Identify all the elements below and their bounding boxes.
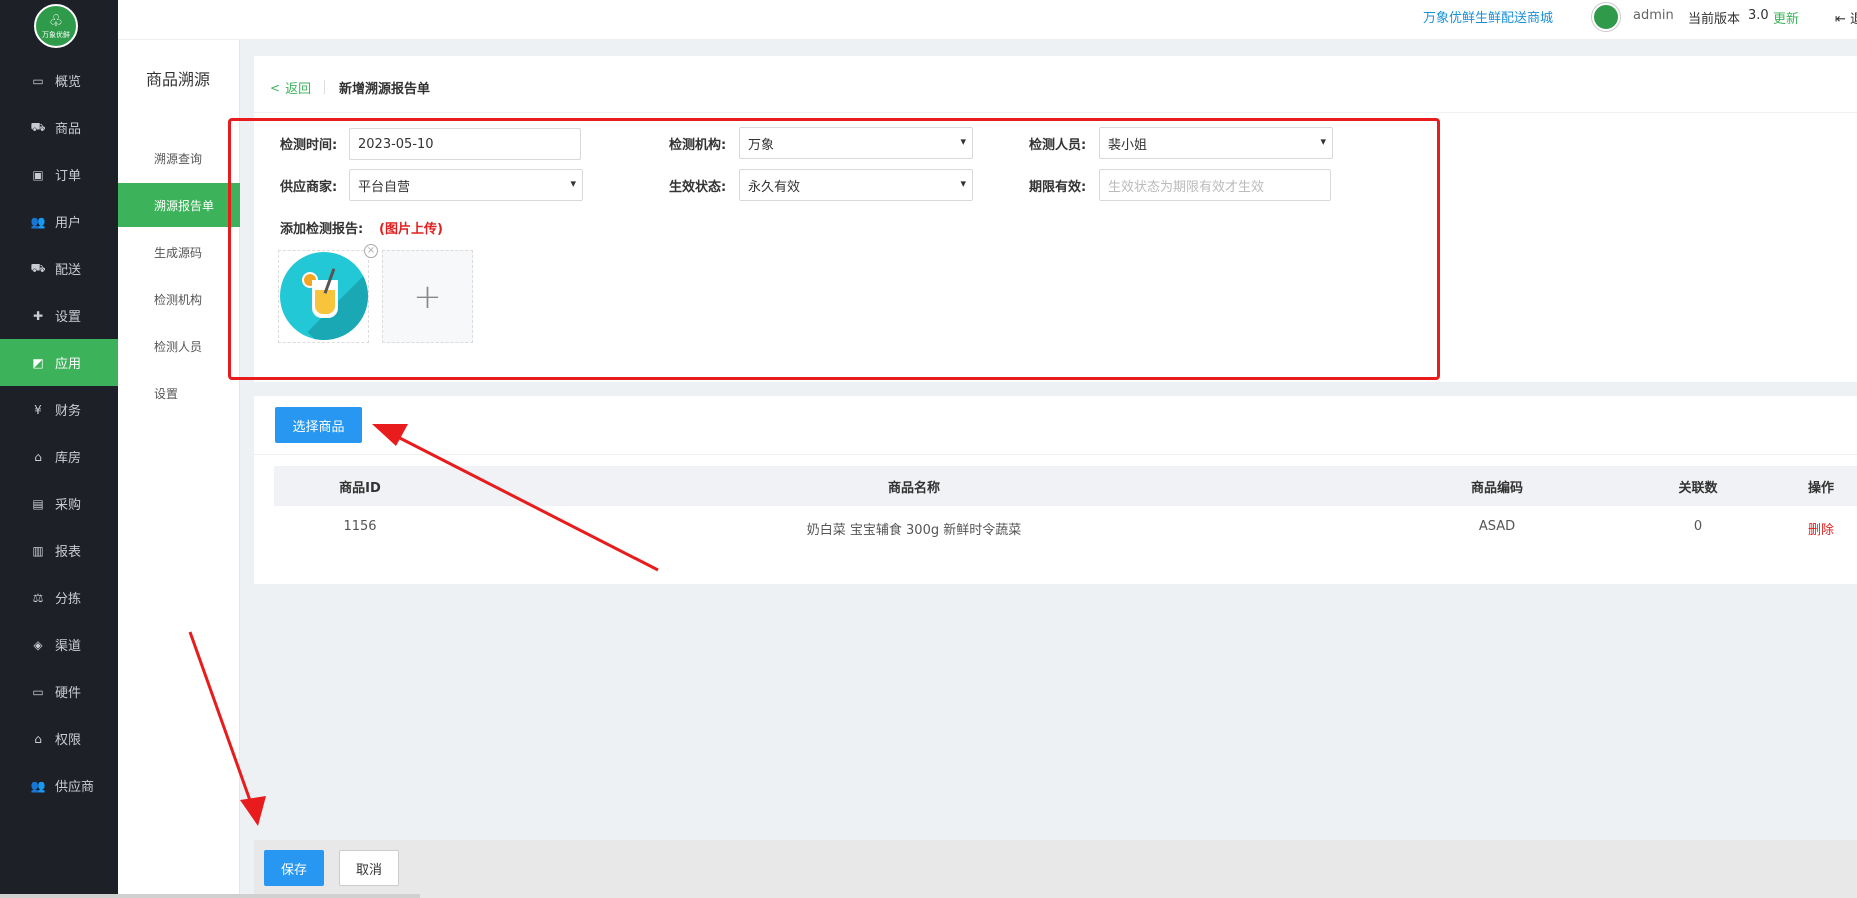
sidebar-item-3[interactable]: ▣ 订单: [0, 151, 118, 198]
sidebar-item-label: 概览: [55, 75, 82, 90]
sidebar-item-label: 财务: [55, 404, 82, 419]
delete-link[interactable]: 删除: [1808, 519, 1834, 538]
annotation-arrowhead: [240, 796, 266, 826]
truck-icon: ⛟: [30, 260, 46, 275]
exit-icon: ⇤: [1835, 12, 1846, 27]
home-icon: ⌂: [34, 449, 42, 464]
save-button[interactable]: 保存: [264, 850, 324, 886]
update-link[interactable]: 更新: [1773, 8, 1799, 27]
sidebar-item-11[interactable]: ▥ 报表: [0, 527, 118, 574]
order-icon: ▣: [32, 167, 44, 182]
sidebar-item-7[interactable]: ◩ 应用: [0, 339, 118, 386]
version-label: 当前版本: [1688, 12, 1741, 27]
cell-product-code: ASAD: [1478, 519, 1516, 534]
divider: [254, 454, 1857, 455]
subnav-item-5[interactable]: 检测人员: [118, 324, 240, 368]
column-header-action: 操作: [1807, 481, 1835, 496]
sidebar-item-label: 用户: [55, 216, 82, 231]
sidebar-item-label: 报表: [55, 545, 82, 560]
sidebar-item-13[interactable]: ◈ 渠道: [0, 621, 118, 668]
sidebar-item-label: 硬件: [55, 686, 82, 701]
bar-chart-icon: ▥: [32, 543, 44, 558]
subnav-title: 商品溯源: [146, 70, 211, 89]
bottom-action-bar: 保存 取消: [254, 840, 1857, 898]
puzzle-icon: ✚: [32, 308, 44, 323]
cancel-button[interactable]: 取消: [339, 850, 399, 886]
sidebar-item-label: 采购: [55, 498, 82, 513]
sidebar-item-16[interactable]: 👥 供应商: [0, 762, 118, 809]
select-product-button[interactable]: 选择商品: [275, 407, 362, 443]
cube-icon: ◈: [33, 637, 43, 652]
back-label: 返回: [285, 82, 312, 97]
sidebar-item-2[interactable]: ⛟ 商品: [0, 104, 118, 151]
cell-link-count: 0: [1693, 519, 1703, 534]
sidebar-item-14[interactable]: ▭ 硬件: [0, 668, 118, 715]
sidebar-item-label: 权限: [55, 733, 82, 748]
divider: [324, 80, 325, 94]
sidebar-item-5[interactable]: ⛟ 配送: [0, 245, 118, 292]
brand-logo[interactable]: ♧ 万象优鲜: [34, 4, 78, 48]
sidebar-item-label: 分拣: [55, 592, 82, 607]
subnav-item-3[interactable]: 生成源码: [118, 230, 240, 274]
sidebar-item-15[interactable]: ⌂ 权限: [0, 715, 118, 762]
apps-icon: ◩: [32, 355, 44, 370]
sidebar-item-label: 订单: [55, 169, 82, 184]
top-bar: 万象优鲜生鲜配送商城 admin 当前版本 3.0 更新 ⇤ 退: [118, 0, 1857, 40]
sidebar-item-label: 供应商: [55, 780, 95, 795]
yen-icon: ¥: [34, 402, 42, 417]
monitor-icon: ▭: [32, 73, 44, 88]
horizontal-scrollbar[interactable]: [0, 894, 420, 898]
sidebar-item-1[interactable]: ▭ 概览: [0, 57, 118, 104]
cell-product-name: 奶白菜 宝宝辅食 300g 新鲜时令蔬菜: [806, 523, 1022, 538]
logo-text: 万象优鲜: [42, 31, 70, 39]
sidebar-item-6[interactable]: ✚ 设置: [0, 292, 118, 339]
users-icon: 👥: [30, 214, 46, 229]
column-header-id: 商品ID: [339, 481, 381, 496]
subnav-item-1[interactable]: 溯源查询: [118, 136, 240, 180]
sidebar-item-label: 库房: [55, 451, 82, 466]
sidebar-item-12[interactable]: ⚖ 分拣: [0, 574, 118, 621]
main-sidebar: ♧ 万象优鲜 ▭ 概览 ⛟ 商品 ▣ 订单 👥 用户 ⛟ 配送 ✚ 设置 ◩ 应用 ¥ 财务 ⌂ 库房 ▤ 采购 ▥ 报表…: [0, 0, 118, 898]
sidebar-item-label: 应用: [55, 357, 82, 372]
username[interactable]: admin: [1633, 8, 1674, 23]
store-link[interactable]: 万象优鲜生鲜配送商城: [1423, 7, 1553, 26]
back-link[interactable]: < 返回: [270, 78, 312, 98]
exit-label: 退: [1850, 12, 1857, 27]
version-number: 3.0: [1748, 8, 1769, 23]
subnav-item-4[interactable]: 检测机构: [118, 277, 240, 321]
table-header: 商品ID 商品名称 商品编码 关联数 操作: [274, 466, 1857, 506]
sidebar-item-label: 商品: [55, 122, 82, 137]
cart-icon: ⛟: [30, 119, 46, 134]
sidebar-item-10[interactable]: ▤ 采购: [0, 480, 118, 527]
sub-sidebar: 商品溯源 溯源查询 溯源报告单 生成源码 检测机构 检测人员 设置: [118, 40, 240, 898]
subnav-item-6[interactable]: 设置: [118, 371, 240, 415]
sidebar-item-8[interactable]: ¥ 财务: [0, 386, 118, 433]
column-header-code: 商品编码: [1470, 481, 1524, 496]
sidebar-item-label: 渠道: [55, 639, 82, 654]
scale-icon: ⚖: [32, 590, 44, 605]
sidebar-item-label: 设置: [55, 310, 82, 325]
column-header-count: 关联数: [1678, 481, 1718, 496]
page-title: 新增溯源报告单: [339, 82, 431, 97]
product-card: 选择商品 商品ID 商品名称 商品编码 关联数 操作 1156 奶白菜 宝宝辅食…: [254, 396, 1857, 584]
sidebar-item-label: 配送: [55, 263, 82, 278]
sidebar-item-9[interactable]: ⌂ 库房: [0, 433, 118, 480]
divider: [254, 112, 1857, 113]
avatar[interactable]: [1592, 3, 1620, 31]
bank-icon: ⌂: [34, 731, 42, 746]
logo-icon: ♧: [48, 11, 64, 30]
group-icon: 👥: [30, 778, 46, 793]
annotation-highlight-box: [228, 118, 1440, 380]
bus-icon: ▤: [32, 496, 44, 511]
exit-link[interactable]: ⇤ 退: [1835, 8, 1857, 27]
sidebar-item-4[interactable]: 👥 用户: [0, 198, 118, 245]
chevron-left-icon: <: [270, 80, 281, 95]
table-row: 1156 奶白菜 宝宝辅食 300g 新鲜时令蔬菜 ASAD 0 删除: [274, 506, 1857, 550]
subnav-item-2[interactable]: 溯源报告单: [118, 183, 240, 227]
cell-product-id: 1156: [343, 519, 377, 534]
desktop-icon: ▭: [32, 684, 44, 699]
column-header-name: 商品名称: [887, 481, 941, 496]
